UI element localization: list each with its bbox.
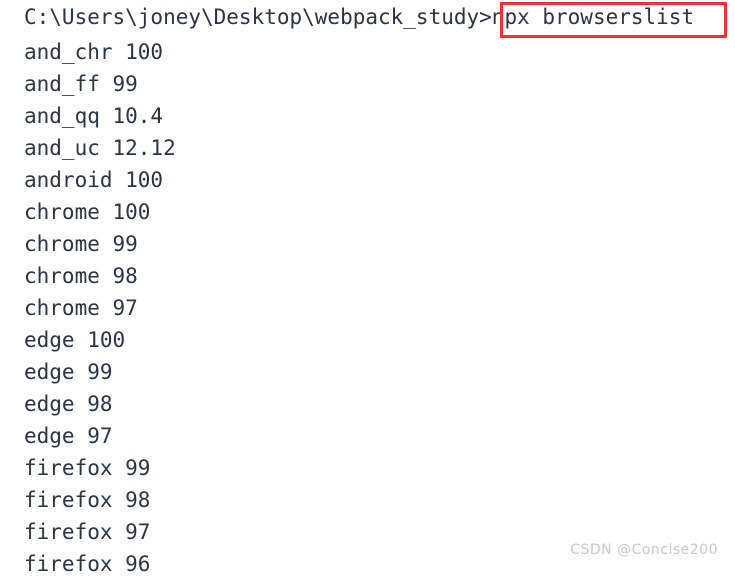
typed-command: npx browserslist [491,5,695,29]
output-line: firefox 99 [24,456,151,480]
output-line: edge 100 [24,328,126,352]
output-line: android 100 [24,168,164,192]
watermark: CSDN @Concise200 [570,542,718,558]
prompt-path: C:\Users\joney\Desktop\webpack_study> [24,5,492,29]
output-line: chrome 98 [24,264,138,288]
output-line: and_ff 99 [24,72,138,96]
output-line: edge 97 [24,424,113,448]
command-prompt-line: C:\Users\joney\Desktop\webpack_study>npx… [0,0,735,36]
output-line: firefox 98 [24,488,151,512]
output-line: and_chr 100 [24,40,164,64]
output-line: edge 98 [24,392,113,416]
terminal-window: C:\Users\joney\Desktop\webpack_study>npx… [0,0,735,576]
output-line: edge 99 [24,360,113,384]
output-line: chrome 100 [24,200,151,224]
output-line: and_qq 10.4 [24,104,164,128]
output-line: and_uc 12.12 [24,136,176,160]
output-line: chrome 97 [24,296,138,320]
output-line: chrome 99 [24,232,138,256]
